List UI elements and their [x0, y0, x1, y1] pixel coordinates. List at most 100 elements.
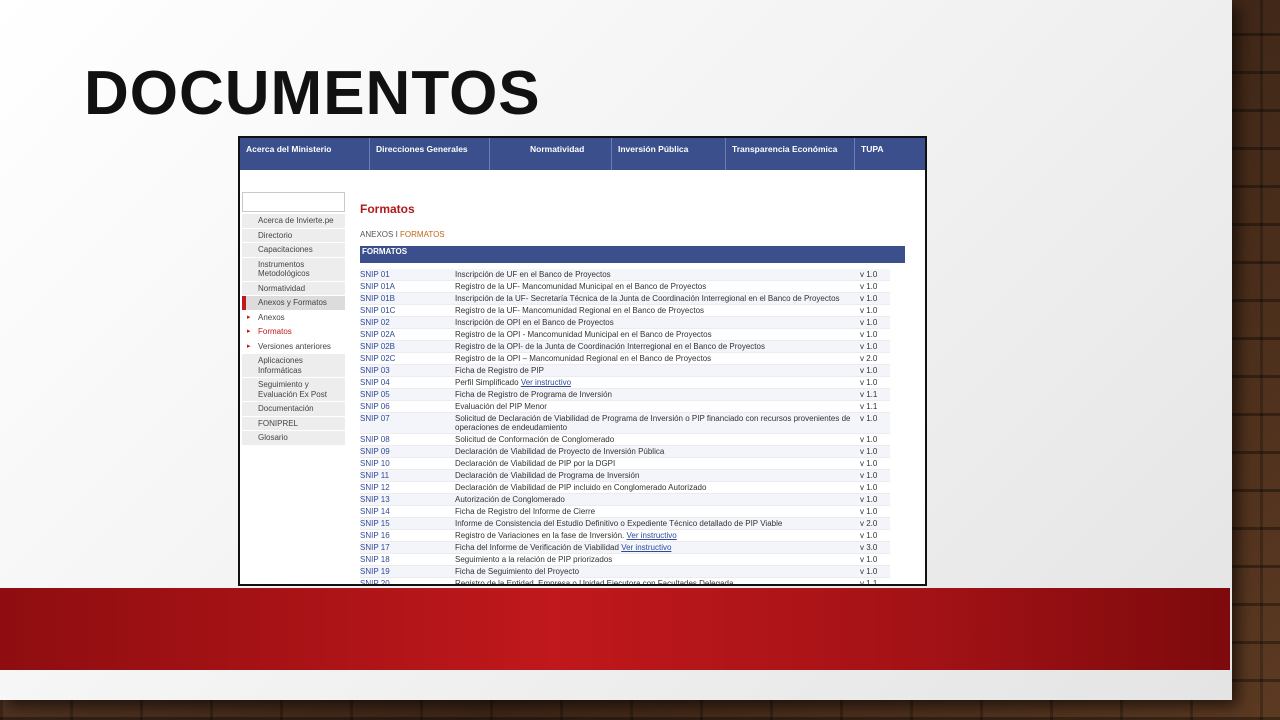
- format-code-link[interactable]: SNIP 18: [360, 555, 455, 564]
- format-description: Declaración de Viabilidad de Programa de…: [455, 471, 860, 480]
- format-code-link[interactable]: SNIP 01: [360, 270, 455, 279]
- format-version: v 1.0: [860, 306, 878, 315]
- format-description: Evaluación del PIP Menor: [455, 402, 860, 411]
- format-description: Ficha de Registro de PIP: [455, 366, 860, 375]
- format-code-link[interactable]: SNIP 02A: [360, 330, 455, 339]
- nav-item-normatividad[interactable]: Normatividad: [490, 138, 612, 170]
- nav-item-tupa[interactable]: TUPA: [855, 138, 925, 170]
- nav-item-transparencia[interactable]: Transparencia Económica: [726, 138, 855, 170]
- table-row: SNIP 05 Ficha de Registro de Programa de …: [360, 389, 890, 401]
- format-code-link[interactable]: SNIP 10: [360, 459, 455, 468]
- sidebar-item-instrumentos[interactable]: Instrumentos Metodológicos: [242, 257, 345, 282]
- format-version: v 1.1: [860, 579, 878, 586]
- format-version: v 1.0: [860, 342, 878, 351]
- format-description-text: Registro de la OPI – Mancomunidad Region…: [455, 354, 712, 363]
- table-row: SNIP 02 Inscripción de OPI en el Banco de…: [360, 317, 890, 329]
- format-code-link[interactable]: SNIP 05: [360, 390, 455, 399]
- sidebar-item-documentacion[interactable]: Documentación: [242, 402, 345, 417]
- format-code-link[interactable]: SNIP 01C: [360, 306, 455, 315]
- format-version: v 1.0: [860, 483, 878, 492]
- nav-item-inversion[interactable]: Inversión Pública: [612, 138, 726, 170]
- format-code-link[interactable]: SNIP 03: [360, 366, 455, 375]
- table-row: SNIP 17 Ficha del Informe de Verificación…: [360, 542, 890, 554]
- format-code-link[interactable]: SNIP 02B: [360, 342, 455, 351]
- format-code-link[interactable]: SNIP 17: [360, 543, 455, 552]
- sidebar-item-label: Glosario: [258, 433, 288, 442]
- format-code-link[interactable]: SNIP 08: [360, 435, 455, 444]
- format-code-link[interactable]: SNIP 09: [360, 447, 455, 456]
- format-description: Declaración de Viabilidad de PIP por la …: [455, 459, 860, 468]
- format-code-link[interactable]: SNIP 19: [360, 567, 455, 576]
- sidebar-subitem-versiones[interactable]: ▸ Versiones anteriores: [242, 339, 345, 354]
- format-version: v 1.0: [860, 330, 878, 339]
- sidebar-item-foniprel[interactable]: FONIPREL: [242, 416, 345, 431]
- format-description: Informe de Consistencia del Estudio Defi…: [455, 519, 860, 528]
- format-code-link[interactable]: SNIP 07: [360, 414, 455, 432]
- table-row: SNIP 10 Declaración de Viabilidad de PIP …: [360, 458, 890, 470]
- format-description-text: Declaración de Viabilidad de PIP por la …: [455, 459, 616, 468]
- format-version: v 1.0: [860, 294, 878, 303]
- table-row: SNIP 15 Informe de Consistencia del Estud…: [360, 518, 890, 530]
- format-description-text: Ficha de Registro de PIP: [455, 366, 544, 375]
- format-description: Ficha de Seguimiento del Proyecto: [455, 567, 860, 576]
- format-code-link[interactable]: SNIP 12: [360, 483, 455, 492]
- table-row: SNIP 06 Evaluación del PIP Menor v 1.1: [360, 401, 890, 413]
- nav-item-direcciones[interactable]: Direcciones Generales: [370, 138, 490, 170]
- format-description-text: Ficha de Seguimiento del Proyecto: [455, 567, 580, 576]
- sidebar-item-label: FONIPREL: [258, 418, 299, 428]
- arrow-right-icon: ▸: [247, 342, 251, 350]
- format-version: v 1.1: [860, 390, 878, 399]
- sidebar-item-label: Directorio: [258, 230, 293, 240]
- format-code-link[interactable]: SNIP 20: [360, 579, 455, 584]
- format-code-link[interactable]: SNIP 15: [360, 519, 455, 528]
- format-code-link[interactable]: SNIP 02C: [360, 354, 455, 363]
- sidebar-item-acerca[interactable]: Acerca de Invierte.pe: [242, 214, 345, 229]
- instructivo-link[interactable]: Ver instructivo: [627, 531, 677, 540]
- format-description-text: Seguimiento a la relación de PIP prioriz…: [455, 555, 613, 564]
- format-description: Perfil Simplificado Ver instructivo: [455, 378, 860, 387]
- sidebar-item-glosario[interactable]: Glosario: [242, 431, 345, 446]
- format-code-link[interactable]: SNIP 02: [360, 318, 455, 327]
- format-description: Autorización de Conglomerado: [455, 495, 860, 504]
- instructivo-link[interactable]: Ver instructivo: [521, 378, 571, 387]
- sidebar-item-anexos-formatos[interactable]: Anexos y Formatos: [242, 296, 345, 311]
- format-code-link[interactable]: SNIP 16: [360, 531, 455, 540]
- instructivo-link[interactable]: Ver instructivo: [621, 543, 671, 552]
- sidebar-item-aplicaciones[interactable]: Aplicaciones Informáticas: [242, 354, 345, 378]
- sidebar-item-capacitaciones[interactable]: Capacitaciones: [242, 243, 345, 258]
- format-version: v 1.0: [860, 567, 878, 576]
- format-code-link[interactable]: SNIP 01B: [360, 294, 455, 303]
- format-description: Registro de la OPI- de la Junta de Coord…: [455, 342, 860, 351]
- breadcrumb-parent[interactable]: ANEXOS: [360, 230, 393, 239]
- format-description: Inscripción de UF en el Banco de Proyect…: [455, 270, 860, 279]
- sidebar-item-directorio[interactable]: Directorio: [242, 228, 345, 243]
- active-marker: [242, 296, 246, 310]
- sidebar-subitem-anexos[interactable]: ▸ Anexos: [242, 310, 345, 325]
- format-code-link[interactable]: SNIP 04: [360, 378, 455, 387]
- format-code-link[interactable]: SNIP 06: [360, 402, 455, 411]
- format-code-link[interactable]: SNIP 11: [360, 471, 455, 480]
- sidebar-subitem-formatos[interactable]: ▸ Formatos: [242, 325, 345, 340]
- format-description: Inscripción de la UF- Secretaría Técnica…: [455, 294, 860, 303]
- format-description: Registro de la UF- Mancomunidad Municipa…: [455, 282, 860, 291]
- sidebar-item-label: Acerca de Invierte.pe: [258, 216, 334, 225]
- table-row: SNIP 01C Registro de la UF- Mancomunidad …: [360, 305, 890, 317]
- sidebar-search-box[interactable]: [242, 192, 345, 212]
- format-code-link[interactable]: SNIP 13: [360, 495, 455, 504]
- format-version: v 1.0: [860, 495, 878, 504]
- format-code-link[interactable]: SNIP 14: [360, 507, 455, 516]
- table-row: SNIP 07 Solicitud de Declaración de Viabi…: [360, 413, 890, 434]
- table-row: SNIP 04 Perfil Simplificado Ver instructi…: [360, 377, 890, 389]
- format-code-link[interactable]: SNIP 01A: [360, 282, 455, 291]
- format-version: v 1.0: [860, 507, 878, 516]
- sidebar-item-normatividad[interactable]: Normatividad: [242, 281, 345, 296]
- table-row: SNIP 14 Ficha de Registro del Informe de …: [360, 506, 890, 518]
- main-content: Formatos ANEXOS I FORMATOS FORMATOS SNIP…: [360, 202, 905, 586]
- nav-item-acerca[interactable]: Acerca del Ministerio: [240, 138, 370, 170]
- sidebar-item-seguimiento[interactable]: Seguimiento y Evaluación Ex Post: [242, 378, 345, 402]
- format-description: Seguimiento a la relación de PIP prioriz…: [455, 555, 860, 564]
- table-row: SNIP 16 Registro de Variaciones en la fas…: [360, 530, 890, 542]
- format-description-text: Ficha de Registro del Informe de Cierre: [455, 507, 596, 516]
- format-description-text: Solicitud de Conformación de Conglomerad…: [455, 435, 615, 444]
- format-description: Declaración de Viabilidad de Proyecto de…: [455, 447, 860, 456]
